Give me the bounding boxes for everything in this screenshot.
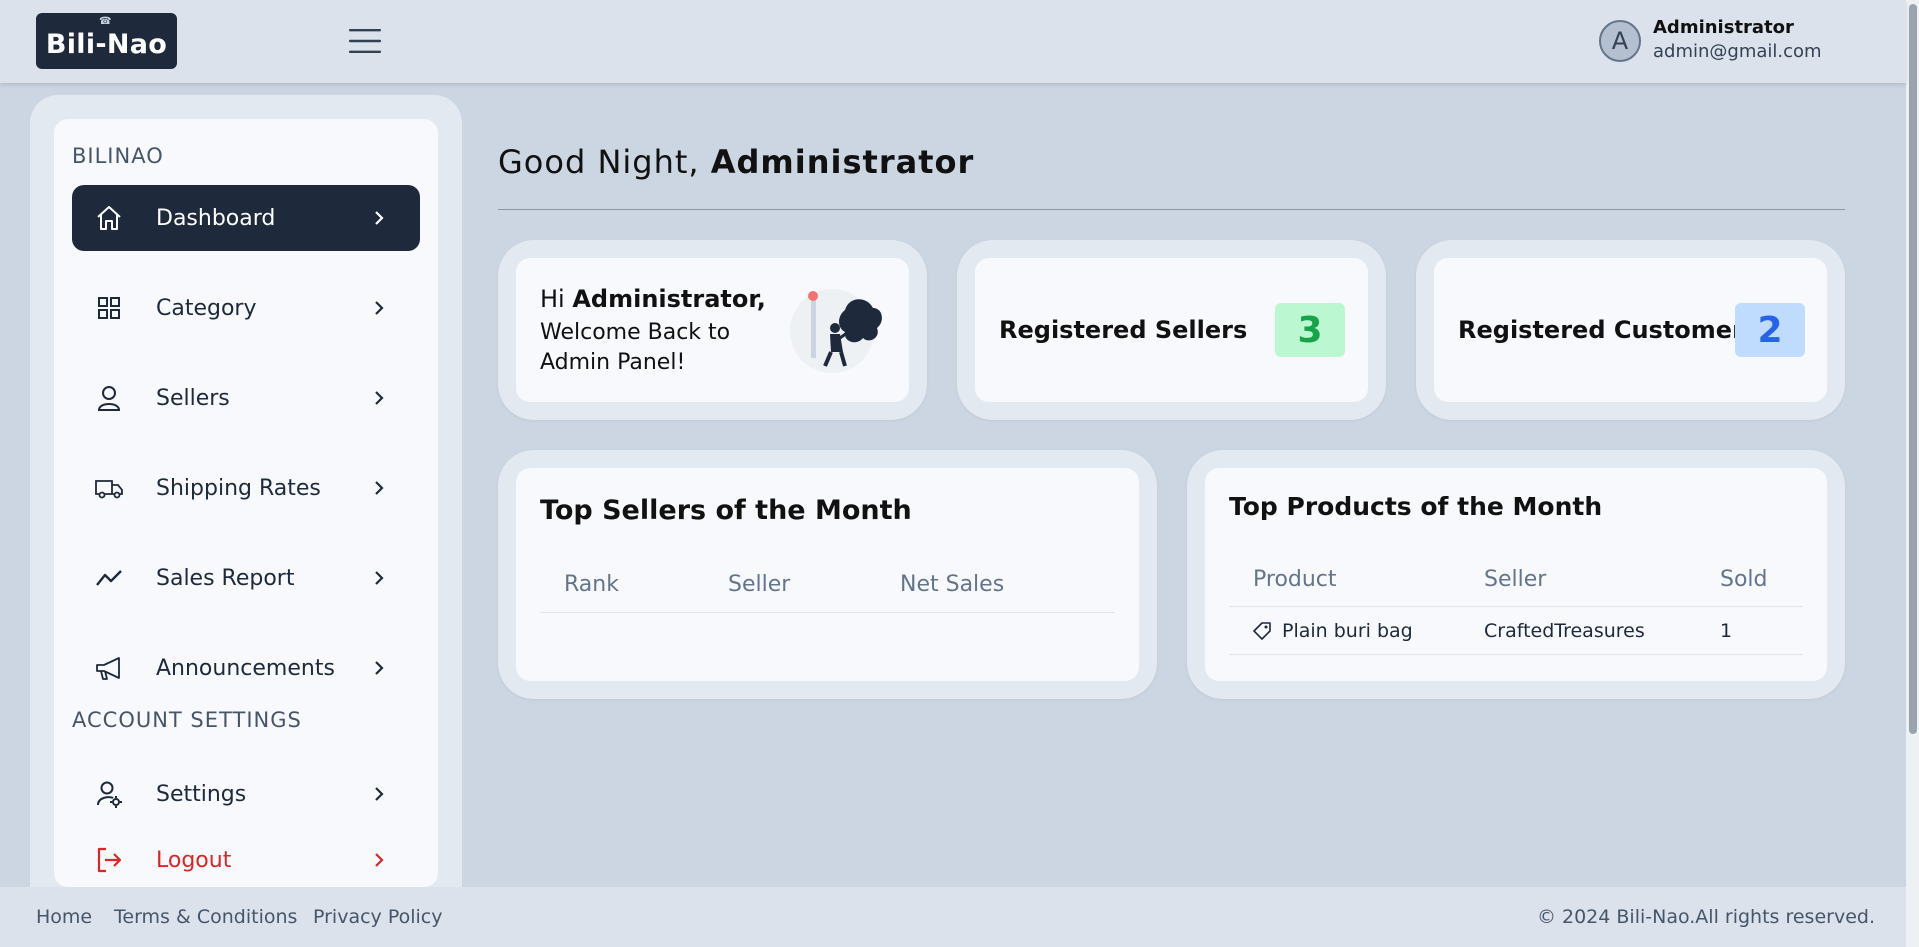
logo-phone-icon: ☎	[99, 16, 112, 27]
user-name: Administrator	[1653, 17, 1794, 38]
welcome-message: Welcome Back to Admin Panel!	[540, 320, 731, 375]
chevron-right-icon	[375, 571, 384, 585]
welcome-hi: Hi	[540, 285, 573, 313]
home-icon	[97, 206, 121, 230]
chevron-right-icon	[375, 661, 384, 675]
grid-icon	[98, 297, 120, 319]
logout-label: Logout	[156, 847, 232, 873]
top-sellers-title: Top Sellers of the Month	[540, 495, 912, 526]
sidebar-item-dashboard[interactable]: Dashboard	[72, 185, 420, 251]
welcome-illustration	[790, 289, 882, 373]
registered-sellers-count: 3	[1275, 303, 1345, 357]
column-header-net-sales: Net Sales	[900, 572, 1005, 597]
column-header-product: Product	[1253, 567, 1337, 592]
column-header-seller: Seller	[728, 572, 791, 597]
logout-icon	[97, 847, 122, 873]
column-header-sold: Sold	[1720, 567, 1768, 592]
sidebar-item-label: Category	[156, 295, 257, 321]
avatar-initial: A	[1611, 27, 1629, 55]
chevron-right-icon	[375, 853, 384, 867]
welcome-name: Administrator,	[572, 285, 766, 313]
page-scrollbar[interactable]	[1906, 0, 1919, 947]
product-sold: 1	[1720, 620, 1733, 642]
user-icon	[97, 386, 121, 411]
avatar[interactable]: A	[1599, 20, 1641, 62]
sidebar-item-sellers[interactable]: Sellers	[72, 365, 420, 431]
registered-customers-count: 2	[1735, 303, 1805, 357]
truck-icon	[95, 480, 123, 499]
sidebar-item-settings[interactable]: Settings	[72, 761, 420, 827]
top-header: ☎ Bili-Nao A Administrator admin@gmail.c…	[0, 0, 1906, 83]
sidebar-item-label: Sales Report	[156, 565, 295, 591]
sidebar-section-account-settings: ACCOUNT SETTINGS	[72, 708, 302, 732]
sidebar-item-label: Shipping Rates	[156, 475, 321, 501]
logo-text: Bili-Nao	[45, 29, 168, 60]
copyright-text: © 2024 Bili-Nao.All rights reserved.	[1536, 906, 1875, 928]
sidebar-item-announcements[interactable]: Announcements	[72, 635, 420, 701]
user-email: admin@gmail.com	[1653, 41, 1822, 62]
chevron-right-icon	[375, 301, 384, 315]
registered-sellers-label: Registered Sellers	[999, 316, 1248, 344]
table-header-divider	[1229, 606, 1803, 607]
sidebar-item-shipping-rates[interactable]: Shipping Rates	[72, 455, 420, 521]
trend-icon	[96, 570, 122, 586]
greeting-name: Administrator	[710, 143, 975, 181]
top-products-title: Top Products of the Month	[1229, 492, 1603, 521]
chevron-right-icon	[375, 481, 384, 495]
chevron-right-icon	[375, 391, 384, 405]
column-header-seller: Seller	[1484, 567, 1547, 592]
hamburger-menu-icon[interactable]	[348, 27, 382, 55]
page-title: Good Night, Administrator	[498, 143, 974, 181]
registered-customers-label: Registered Customers	[1458, 316, 1759, 344]
greeting-prefix: Good Night,	[498, 143, 711, 181]
tag-icon	[1253, 622, 1271, 640]
sidebar-item-label: Sellers	[156, 385, 230, 411]
scrollbar-thumb[interactable]	[1909, 4, 1917, 734]
title-divider	[498, 209, 1845, 210]
footer-link-privacy[interactable]: Privacy Policy	[313, 906, 442, 928]
product-seller: CraftedTreasures	[1484, 620, 1645, 642]
logout-button[interactable]: Logout	[72, 827, 420, 893]
sidebar-item-label: Announcements	[156, 655, 335, 681]
megaphone-icon	[96, 657, 120, 680]
footer-link-home[interactable]: Home	[36, 906, 92, 928]
column-header-rank: Rank	[564, 572, 619, 597]
table-header-divider	[540, 612, 1115, 613]
sidebar-item-label: Settings	[156, 781, 247, 807]
welcome-heading: Hi Administrator,	[540, 285, 766, 313]
chevron-right-icon	[375, 211, 384, 225]
sidebar-item-sales-report[interactable]: Sales Report	[72, 545, 420, 611]
sidebar-section-bilinao: BILINAO	[72, 144, 164, 168]
product-name: Plain buri bag	[1282, 620, 1413, 642]
app-logo[interactable]: ☎ Bili-Nao	[36, 13, 177, 69]
chevron-right-icon	[375, 787, 384, 801]
table-row-divider	[1229, 654, 1803, 655]
sidebar-item-label: Dashboard	[156, 205, 276, 231]
sidebar-item-category[interactable]: Category	[72, 275, 420, 341]
user-settings-icon	[97, 781, 122, 808]
footer-link-terms[interactable]: Terms & Conditions	[114, 906, 297, 928]
